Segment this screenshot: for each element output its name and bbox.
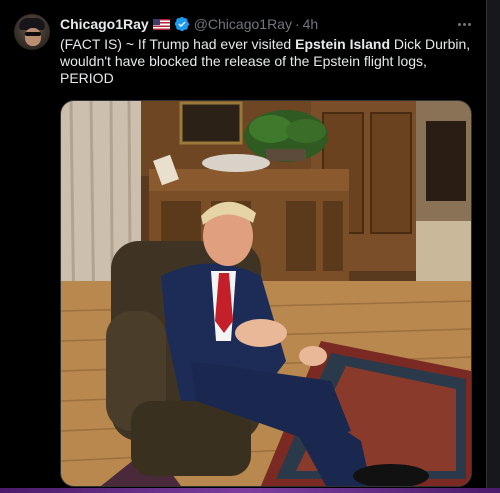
photo-image: [61, 101, 471, 486]
tweet-header: Chicago1Ray @Chicago1Ray · 4h: [60, 14, 318, 34]
avatar[interactable]: [14, 14, 50, 50]
right-gutter: [487, 0, 500, 493]
us-flag-icon: [152, 18, 170, 30]
user-handle[interactable]: @Chicago1Ray: [194, 16, 292, 32]
tweet-text: (FACT IS) ~ If Trump had ever visited Ep…: [60, 36, 476, 87]
tweet-photo[interactable]: [60, 100, 472, 487]
more-options-icon[interactable]: [454, 14, 474, 34]
tweet-card[interactable]: Chicago1Ray @Chicago1Ray · 4h (FACT IS) …: [0, 0, 487, 493]
bottom-accent-bar: [0, 488, 500, 493]
display-name[interactable]: Chicago1Ray: [60, 16, 149, 32]
header-separator: ·: [294, 16, 300, 32]
tweet-timestamp[interactable]: 4h: [303, 16, 319, 32]
avatar-face: [25, 28, 41, 46]
verified-badge-icon[interactable]: [174, 16, 190, 32]
avatar-sunglasses: [25, 32, 41, 36]
tweet-text-bold[interactable]: Epstein Island: [295, 36, 390, 52]
tweet-text-part: (FACT IS) ~ If Trump had ever visited: [60, 36, 296, 52]
